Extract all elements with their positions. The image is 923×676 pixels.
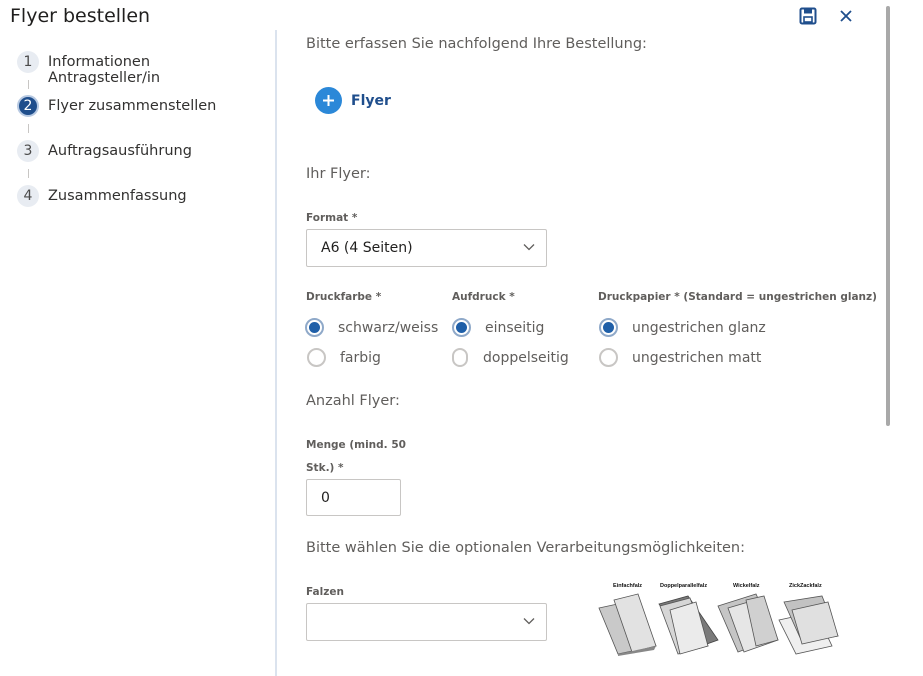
step-label: Informationen Antragsteller/in xyxy=(48,54,161,86)
add-flyer-button[interactable]: Flyer xyxy=(315,87,391,114)
radio-button-selected[interactable] xyxy=(599,318,618,337)
step-connector xyxy=(28,124,29,133)
format-dropdown[interactable]: A6 (4 Seiten) xyxy=(306,229,547,267)
plus-icon xyxy=(315,87,342,114)
doppelparallelfalz-diagram xyxy=(658,595,719,655)
close-icon[interactable] xyxy=(836,6,856,26)
step-number: 2 xyxy=(17,95,39,117)
einfachfalz-diagram xyxy=(598,593,657,656)
falzen-dropdown[interactable] xyxy=(306,603,547,641)
radio-button[interactable] xyxy=(452,348,468,367)
fold-label-zickzackfalz: ZickZackfalz xyxy=(789,583,822,589)
format-label: Format * xyxy=(306,212,358,224)
step-flyer-zusammenstellen[interactable]: 2 Flyer zusammenstellen xyxy=(17,95,238,117)
fold-types-illustration: Einfachfalz Doppelparallelfalz Wickelfal… xyxy=(596,580,842,660)
step-number: 3 xyxy=(17,140,39,162)
wickelfalz-diagram xyxy=(717,593,779,653)
radio-label: ungestrichen glanz xyxy=(632,319,766,336)
radio-label: ungestrichen matt xyxy=(632,349,762,366)
radio-farbig[interactable]: farbig xyxy=(307,348,381,367)
step-label: Zusammenfassung xyxy=(48,188,187,204)
step-connector xyxy=(28,80,29,89)
radio-button-selected[interactable] xyxy=(452,318,471,337)
radio-label: doppelseitig xyxy=(483,349,569,366)
radio-label: farbig xyxy=(340,349,381,366)
scrollbar[interactable] xyxy=(884,6,892,426)
radio-button[interactable] xyxy=(599,348,618,367)
step-connector xyxy=(28,169,29,178)
fold-label-wickelfalz: Wickelfalz xyxy=(733,583,760,589)
vertical-divider xyxy=(275,30,277,676)
druckfarbe-label: Druckfarbe * xyxy=(306,291,382,303)
dialog-title: Flyer bestellen xyxy=(10,5,151,27)
step-informationen[interactable]: 1 Informationen Antragsteller/in xyxy=(17,51,238,86)
step-label: Flyer zusammenstellen xyxy=(48,98,217,114)
your-flyer-heading: Ihr Flyer: xyxy=(306,166,371,182)
step-label: Auftragsausführung xyxy=(48,143,192,159)
fold-label-doppelparallelfalz: Doppelparallelfalz xyxy=(660,583,707,589)
radio-button[interactable] xyxy=(307,348,326,367)
save-icon[interactable] xyxy=(798,6,818,26)
menge-label-line1: Menge (mind. 50 xyxy=(306,439,406,451)
chevron-down-icon xyxy=(523,618,535,625)
fold-label-einfachfalz: Einfachfalz xyxy=(613,583,642,589)
chevron-down-icon xyxy=(523,244,535,251)
anzahl-heading: Anzahl Flyer: xyxy=(306,393,400,409)
radio-button-selected[interactable] xyxy=(305,318,324,337)
step-number: 1 xyxy=(17,51,39,73)
radio-label: einseitig xyxy=(485,319,545,336)
radio-doppelseitig[interactable]: doppelseitig xyxy=(452,348,569,367)
menge-label-line2: Stk.) * xyxy=(306,462,344,474)
druckpapier-label: Druckpapier * (Standard = ungestrichen g… xyxy=(598,291,877,303)
menge-input[interactable]: 0 xyxy=(306,479,401,516)
menge-value: 0 xyxy=(321,489,330,506)
radio-label: schwarz/weiss xyxy=(338,319,439,336)
add-flyer-label: Flyer xyxy=(351,92,391,109)
radio-einseitig[interactable]: einseitig xyxy=(452,318,544,337)
step-zusammenfassung[interactable]: 4 Zusammenfassung xyxy=(17,185,238,207)
processing-heading: Bitte wählen Sie die optionalen Verarbei… xyxy=(306,540,746,556)
falzen-label: Falzen xyxy=(306,586,344,598)
radio-ungestrichen-matt[interactable]: ungestrichen matt xyxy=(599,348,761,367)
aufdruck-label: Aufdruck * xyxy=(452,291,515,303)
step-auftragsausfuehrung[interactable]: 3 Auftragsausführung xyxy=(17,140,238,162)
intro-text: Bitte erfassen Sie nachfolgend Ihre Best… xyxy=(306,36,647,52)
scrollbar-thumb[interactable] xyxy=(886,6,890,426)
step-number: 4 xyxy=(17,185,39,207)
radio-ungestrichen-glanz[interactable]: ungestrichen glanz xyxy=(599,318,766,337)
zickzackfalz-diagram xyxy=(778,595,839,655)
format-value: A6 (4 Seiten) xyxy=(321,240,413,256)
radio-schwarz-weiss[interactable]: schwarz/weiss xyxy=(305,318,438,337)
